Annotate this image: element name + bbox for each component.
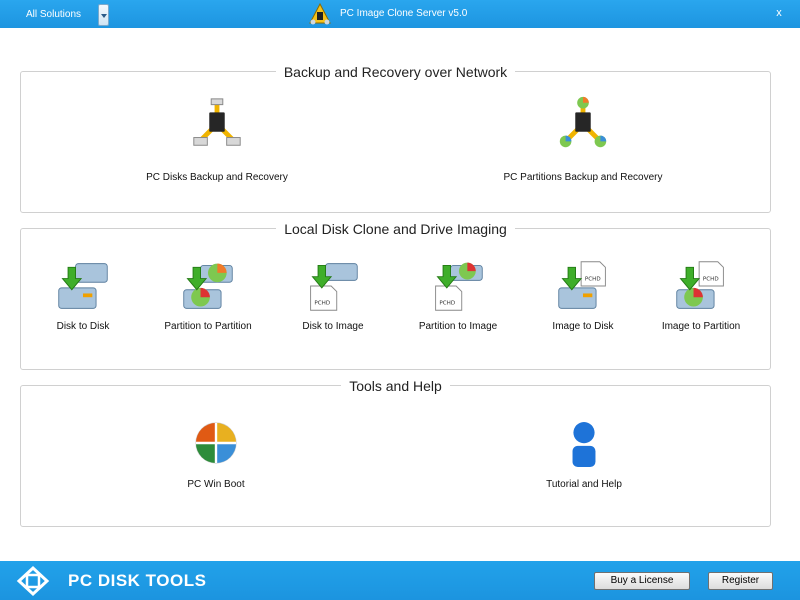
local-clone-group: Local Disk Clone and Drive Imaging Disk … <box>20 221 771 370</box>
brand-name: PC DISK TOOLS <box>68 571 207 590</box>
solutions-dropdown[interactable]: All Solutions <box>14 4 110 26</box>
image-file-label: PCHD <box>703 276 719 282</box>
disk-to-image-item[interactable]: PCHD Disk to Image <box>283 259 383 339</box>
image-to-disk-item[interactable]: PCHD Image to Disk <box>533 259 633 339</box>
partition-to-image-icon: PCHD <box>435 262 483 311</box>
partition-to-image-item[interactable]: PCHD Partition to Image <box>408 259 508 339</box>
image-to-partition-item[interactable]: PCHD Image to Partition <box>651 259 751 339</box>
tutorial-help-item[interactable]: Tutorial and Help <box>524 421 644 496</box>
local-group-title: Local Disk Clone and Drive Imaging <box>276 221 515 237</box>
image-to-partition-icon: PCHD <box>676 261 724 309</box>
network-partitions-icon <box>559 96 607 148</box>
user-help-icon <box>572 422 596 468</box>
pc-disks-backup-item[interactable]: PC Disks Backup and Recovery <box>132 94 302 184</box>
close-icon[interactable]: x <box>772 7 786 21</box>
image-to-partition-label: Image to Partition <box>661 321 741 332</box>
chevron-down-icon[interactable] <box>98 4 109 26</box>
win-boot-icon <box>195 422 237 464</box>
window-title: PC Image Clone Server v5.0 <box>340 8 468 19</box>
tutorial-help-label: Tutorial and Help <box>546 479 622 490</box>
title-bar: All Solutions PC Image Clone Server v5.0… <box>0 0 800 28</box>
disk-to-disk-icon <box>58 263 108 309</box>
network-group-title: Backup and Recovery over Network <box>275 64 516 80</box>
solutions-dropdown-label: All Solutions <box>26 9 82 20</box>
network-backup-group: Backup and Recovery over Network PC Disk… <box>20 64 771 213</box>
disk-to-image-label: Disk to Image <box>302 321 364 332</box>
image-to-disk-icon: PCHD <box>558 261 606 309</box>
pc-disks-backup-label: PC Disks Backup and Recovery <box>146 172 288 183</box>
partition-to-partition-icon <box>183 263 233 309</box>
image-file-label: PCHD <box>439 301 455 307</box>
image-to-disk-label: Image to Disk <box>552 321 614 332</box>
app-logo-icon <box>309 3 331 25</box>
image-file-label: PCHD <box>585 276 601 282</box>
disk-to-image-icon: PCHD <box>310 263 358 311</box>
network-disks-icon <box>193 98 241 146</box>
pc-disk-tools-logo-icon <box>16 565 50 597</box>
buy-license-button[interactable]: Buy a License <box>594 572 690 590</box>
pc-partitions-backup-item[interactable]: PC Partitions Backup and Recovery <box>483 94 683 184</box>
partition-to-image-label: Partition to Image <box>418 321 498 332</box>
partition-to-partition-label: Partition to Partition <box>164 321 252 332</box>
disk-to-disk-label: Disk to Disk <box>56 321 110 332</box>
disk-to-disk-item[interactable]: Disk to Disk <box>33 259 133 339</box>
pc-win-boot-item[interactable]: PC Win Boot <box>156 421 276 496</box>
register-button[interactable]: Register <box>708 572 773 590</box>
tools-help-group: Tools and Help PC Win Boot Tutorial and … <box>20 378 771 527</box>
partition-to-partition-item[interactable]: Partition to Partition <box>158 259 258 339</box>
pc-partitions-backup-label: PC Partitions Backup and Recovery <box>503 172 663 183</box>
tools-group-title: Tools and Help <box>341 378 450 394</box>
pc-win-boot-label: PC Win Boot <box>187 479 245 490</box>
image-file-label: PCHD <box>314 301 330 307</box>
